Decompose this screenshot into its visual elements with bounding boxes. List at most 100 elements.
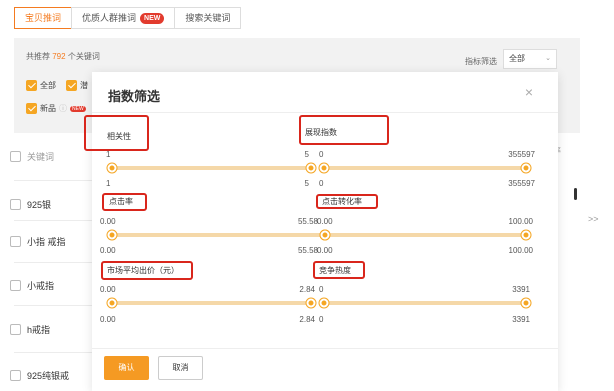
ctr-slider-track[interactable] [112,233,325,237]
row-keyword: 小指 戒指 [27,237,66,247]
cvr-slider-max-handle[interactable] [521,230,531,240]
range-min: 0 [319,285,324,294]
checkbox-potential-label: 潜 [80,81,88,90]
range-max: 2.84 [299,285,315,294]
filter-select-value: 全部 [509,54,525,63]
range-min: 0.00 [100,285,116,294]
row-keyword: 小戒指 [27,281,55,291]
table-row[interactable]: h戒指 [10,323,50,336]
divider [14,220,100,221]
cancel-button[interactable]: 取消 [158,356,203,380]
row-keyword: 925纯银戒 [27,371,70,381]
tab-label: 优质人群推词 [82,13,137,23]
tab-item-recommend[interactable]: 宝贝推词 [14,7,73,29]
checkbox-icon [26,103,37,114]
chevron-down-icon: ⌄ [545,55,551,62]
checkbox-all-label: 全部 [40,81,56,90]
cvr-slider-min-handle[interactable] [320,230,330,240]
selected-min: 0.00 [100,246,116,255]
checkbox-icon [66,80,77,91]
selected-min: 0.00 [317,246,333,255]
avg-bid-slider-max-handle[interactable] [306,298,316,308]
competition-slider-max-handle[interactable] [521,298,531,308]
selected-min: 1 [106,179,111,188]
row-checkbox[interactable] [10,199,21,210]
tab-label: 搜索关键词 [185,13,231,23]
range-min: 0 [319,150,324,159]
highlight-box [313,261,365,279]
dialog-title: 指数筛选 [108,89,161,104]
selected-max: 3391 [512,315,530,324]
table-row[interactable]: 925银 [10,198,51,211]
keyword-column-header: 关键词 [27,152,55,162]
relevance-slider-max-handle[interactable] [306,163,316,173]
highlight-box [101,261,193,280]
divider [92,348,558,349]
checkbox-new-item[interactable]: 新品 ⓘ NEW [26,103,86,114]
select-all-checkbox[interactable] [10,151,21,162]
row-keyword: h戒指 [27,325,51,335]
selected-min: 0 [319,315,324,324]
confirm-button[interactable]: 确认 [104,356,149,380]
selected-max: 55.58 [297,246,318,255]
row-checkbox[interactable] [10,280,21,291]
help-icon[interactable]: ⓘ [59,103,67,114]
row-keyword: 925银 [27,200,52,210]
filter-label: 指标筛选 [465,57,497,66]
highlight-box [84,115,149,151]
range-max: 3391 [512,285,530,294]
divider [14,180,100,181]
checkbox-all[interactable]: 全部 [26,80,56,91]
competition-slider-track[interactable] [324,301,526,305]
highlight-box [102,193,147,211]
row-checkbox[interactable] [10,324,21,335]
scrollbar-thumb[interactable] [574,188,577,200]
keyword-count: 792 [52,52,66,61]
index-filter-dialog: 指数筛选 × 相关性 展现指数 1 5 0 355597 1 5 0 35559… [84,72,558,391]
close-icon[interactable]: × [525,84,533,100]
tab-crowd-recommend[interactable]: 优质人群推词 NEW [71,7,176,29]
checkbox-new-label: 新品 [40,104,56,113]
range-max: 100.00 [508,217,533,226]
ctr-slider-min-handle[interactable] [107,230,117,240]
highlight-box [299,115,389,145]
range-min: 0.00 [317,217,333,226]
impressions-slider-min-handle[interactable] [319,163,329,173]
table-row[interactable]: 小戒指 [10,279,54,292]
tab-label: 宝贝推词 [25,13,62,23]
divider [14,352,100,353]
relevance-slider-track[interactable] [112,166,311,170]
divider [92,112,558,113]
avg-bid-slider-track[interactable] [112,301,311,305]
row-checkbox[interactable] [10,370,21,381]
expand-icon[interactable]: >> [588,214,599,224]
keyword-summary: 共推荐 792 个关键词 [26,51,100,62]
selected-max: 355597 [508,179,535,188]
summary-prefix: 共推荐 [26,52,50,61]
divider [14,262,100,263]
table-row[interactable]: 925纯银戒 [10,369,69,382]
impressions-slider-max-handle[interactable] [521,163,531,173]
table-row[interactable]: 小指 戒指 [10,235,66,248]
avg-bid-slider-min-handle[interactable] [107,298,117,308]
table-header: 关键词 [10,150,54,163]
selected-max: 2.84 [299,315,315,324]
new-badge: NEW [140,12,165,24]
range-max: 355597 [508,150,535,159]
competition-slider-min-handle[interactable] [319,298,329,308]
impressions-slider-track[interactable] [324,166,526,170]
summary-suffix: 个关键词 [67,52,100,61]
selected-min: 0.00 [100,315,116,324]
range-max: 55.58 [297,217,318,226]
divider [14,305,100,306]
checkbox-potential[interactable]: 潜 [66,80,88,91]
filter-select[interactable]: 全部 ⌄ [503,49,557,69]
range-min: 1 [106,150,111,159]
cvr-slider-track[interactable] [325,233,526,237]
relevance-slider-min-handle[interactable] [107,163,117,173]
row-checkbox[interactable] [10,236,21,247]
selected-min: 0 [319,179,324,188]
selected-max: 5 [304,179,309,188]
new-badge: NEW [70,105,86,112]
tab-search-keywords[interactable]: 搜索关键词 [174,7,242,29]
